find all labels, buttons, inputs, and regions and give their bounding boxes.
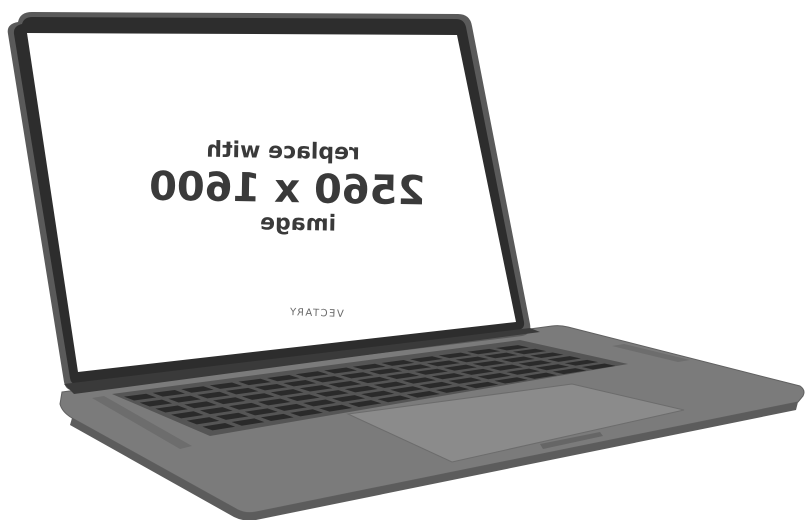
- screen-line-1: replace with: [206, 138, 360, 166]
- screen-line-2: 2560 x 1600: [149, 164, 426, 215]
- screen-line-3: image: [260, 210, 336, 236]
- screen-brand: VECTARY: [288, 307, 344, 320]
- laptop-illustration: replace with 2560 x 1600 image VECTARY: [7, 12, 805, 520]
- laptop-mockup-scene: replace with 2560 x 1600 image VECTARY: [0, 0, 807, 520]
